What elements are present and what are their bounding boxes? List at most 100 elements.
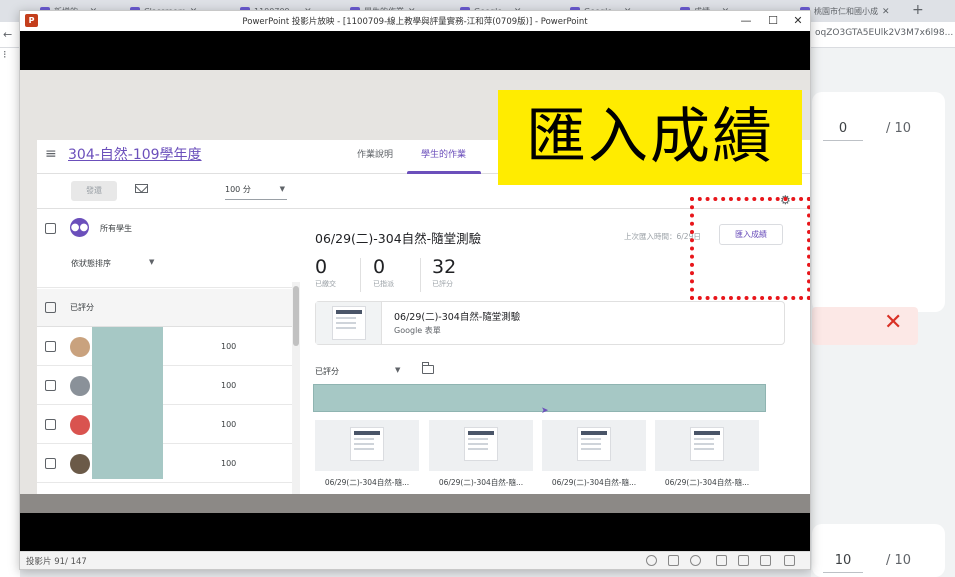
email-icon	[135, 184, 148, 193]
dropdown-caret-icon: ▼	[395, 366, 401, 374]
next-icon[interactable]	[690, 555, 701, 566]
scrollbar	[292, 282, 300, 513]
maximize-icon[interactable]: ☐	[763, 13, 783, 29]
attachment-thumbnail	[316, 302, 382, 344]
return-button: 發還	[71, 181, 117, 201]
callout-banner: 匯入成績	[498, 90, 802, 185]
grid-view-icon[interactable]	[738, 555, 749, 566]
menu-icon: ≡	[45, 146, 57, 162]
new-tab-icon[interactable]: +	[912, 2, 924, 18]
stat-label: 已指派	[373, 280, 394, 288]
score-total-top: / 10	[886, 121, 912, 136]
points-select: 100 分 ▼	[225, 184, 287, 200]
submission-name: 06/29(二)-304自然-隨...	[324, 478, 410, 487]
tab-student-work: 學生的作業	[421, 150, 467, 160]
submission-name: 06/29(二)-304自然-隨...	[438, 478, 524, 487]
highlight-box	[690, 197, 810, 300]
attachment-title: 06/29(二)-304自然-隨堂測驗	[394, 312, 521, 323]
stat-graded: 32 已評分	[432, 256, 456, 289]
checkbox	[45, 380, 56, 391]
submission-name: 06/29(二)-304自然-隨...	[664, 478, 750, 487]
form-preview-icon	[690, 427, 724, 461]
previous-icon[interactable]	[646, 555, 657, 566]
submission-thumbnail	[655, 420, 759, 471]
avatar	[70, 454, 90, 474]
close-icon[interactable]: ✕	[882, 7, 890, 17]
class-title: 304-自然-109學年度	[68, 147, 202, 163]
avatar	[70, 415, 90, 435]
classroom-screenshot: ≡ 304-自然-109學年度 作業說明 學生的作業 發還 100 分 ▼ ●●…	[37, 140, 810, 513]
divider	[420, 258, 421, 292]
score-input-bottom[interactable]: 10	[823, 553, 863, 573]
assignment-title: 06/29(二)-304自然-隨堂測驗	[315, 231, 482, 246]
points-value: 100 分	[225, 185, 251, 194]
stat-assigned: 0 已指派	[373, 256, 394, 289]
divider	[360, 258, 361, 292]
score-input-top[interactable]: 0	[823, 121, 863, 141]
submission-thumbnail	[542, 420, 646, 471]
dropdown-caret-icon: ▼	[279, 185, 285, 193]
slide-sorter-icon[interactable]	[668, 555, 679, 566]
form-preview-icon	[332, 306, 366, 340]
slide-counter: 投影片 91/ 147	[26, 557, 87, 567]
submission-thumbnail	[429, 420, 533, 471]
stat-number: 32	[432, 256, 457, 278]
folder-icon	[422, 362, 434, 374]
window-titlebar[interactable]: P PowerPoint 投影片放映 - [1100709-線上教學與評量實務-…	[20, 11, 810, 31]
submission-card: 06/29(二)-304自然-隨...	[655, 420, 759, 492]
dropdown-caret-icon: ▼	[149, 258, 155, 266]
checkbox	[45, 419, 56, 430]
grade-value: 100	[221, 459, 237, 468]
submission-card: 06/29(二)-304自然-隨...	[429, 420, 533, 492]
submission-card: 06/29(二)-304自然-隨...	[542, 420, 646, 492]
callout-text: 匯入成績	[526, 102, 774, 172]
reading-view-icon[interactable]	[760, 555, 771, 566]
grade-value: 100	[221, 381, 237, 390]
form-preview-icon	[464, 427, 498, 461]
powerpoint-window: P PowerPoint 投影片放映 - [1100709-線上教學與評量實務-…	[19, 10, 811, 570]
browser-tab-active[interactable]: 桃園市仁和國小成 ✕	[800, 3, 890, 20]
all-students-row: ●● 所有學生 依狀態排序 ▼	[37, 210, 292, 288]
window-title: PowerPoint 投影片放映 - [1100709-線上教學與評量實務-江和…	[242, 17, 588, 27]
filter-label: 已評分	[315, 367, 339, 376]
active-tab-indicator	[407, 171, 481, 174]
checkbox	[45, 302, 56, 313]
redacted-names	[92, 327, 163, 479]
grade-value: 100	[221, 420, 237, 429]
redacted-band	[313, 384, 766, 412]
minimize-icon[interactable]: —	[736, 13, 756, 29]
submission-card: 06/29(二)-304自然-隨...	[315, 420, 419, 492]
slideshow-area[interactable]: ≡ 304-自然-109學年度 作業說明 學生的作業 發還 100 分 ▼ ●●…	[20, 31, 810, 551]
score-total-bottom: / 10	[886, 553, 912, 568]
stat-label: 已繳交	[315, 280, 336, 288]
tab-label: 桃園市仁和國小成	[814, 7, 878, 16]
form-preview-icon	[350, 427, 384, 461]
form-attachment: 06/29(二)-304自然-隨堂測驗 Google 表單	[315, 301, 785, 345]
all-students-label: 所有學生	[100, 224, 132, 233]
attachment-type: Google 表單	[394, 326, 441, 335]
normal-view-icon[interactable]	[716, 555, 727, 566]
back-arrow-icon[interactable]: ←	[3, 28, 12, 41]
graded-section-row: 已評分	[37, 289, 292, 327]
url-text[interactable]: oqZO3GTA5EUlk2V3M7x6l98...	[815, 28, 953, 38]
avatar	[70, 337, 90, 357]
people-icon: ●●	[70, 218, 89, 237]
stat-number: 0	[373, 256, 386, 278]
checkbox	[45, 223, 56, 234]
student-row: 100	[37, 366, 292, 405]
mouse-cursor-icon: ➤	[541, 406, 549, 416]
submission-thumbnail	[315, 420, 419, 471]
browser-left-strip: ← ⁝	[0, 28, 20, 577]
form-preview-icon	[577, 427, 611, 461]
slideshow-view-icon[interactable]	[784, 555, 795, 566]
slide-footer-band	[20, 494, 810, 513]
checkbox	[45, 458, 56, 469]
student-row: 100	[37, 405, 292, 444]
student-list: ●● 所有學生 依狀態排序 ▼ 已評分 100 100 100 100	[37, 210, 300, 513]
slide[interactable]: ≡ 304-自然-109學年度 作業說明 學生的作業 發還 100 分 ▼ ●●…	[20, 70, 810, 513]
slideshow-status-bar: 投影片 91/ 147	[20, 551, 810, 569]
close-icon[interactable]: ✕	[788, 13, 808, 29]
close-icon[interactable]: ✕	[884, 310, 902, 335]
avatar	[70, 376, 90, 396]
apps-icon[interactable]: ⁝	[3, 48, 7, 61]
